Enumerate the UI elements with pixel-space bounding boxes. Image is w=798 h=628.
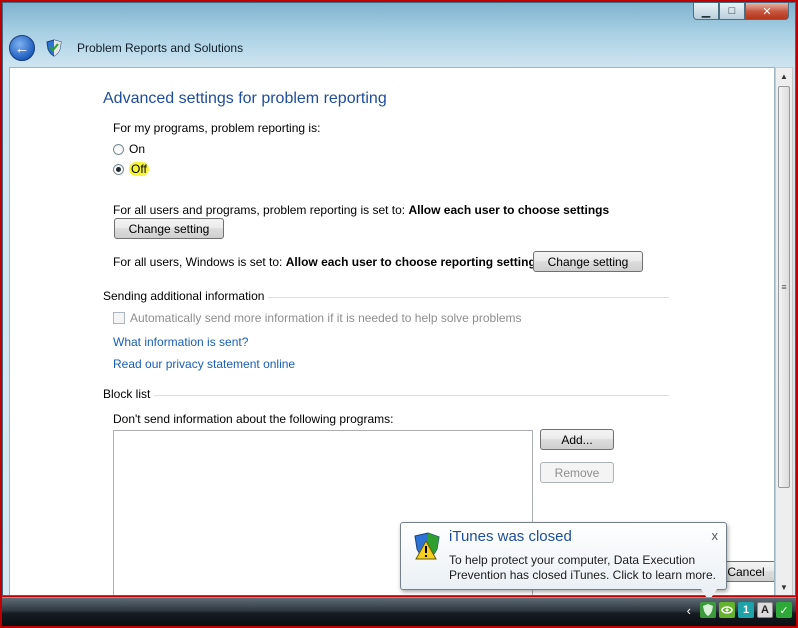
all-users-programs-value: Allow each user to choose settings (408, 203, 610, 217)
notification-close-icon[interactable]: x (712, 528, 719, 543)
remove-button[interactable]: Remove (540, 462, 614, 483)
auto-send-label: Automatically send more information if i… (130, 311, 522, 325)
tray-app-1-icon[interactable]: 1 (738, 602, 754, 618)
auto-send-checkbox[interactable] (113, 312, 125, 324)
radio-on[interactable] (113, 143, 124, 155)
nav-bar: ← Problem Reports and Solutions (9, 33, 789, 63)
shield-warning-icon (414, 532, 440, 560)
tray-app-a-icon[interactable]: A (757, 602, 773, 618)
system-tray: ‹ 1 A ✓ (687, 602, 792, 618)
change-setting-button-1[interactable]: Change setting (114, 218, 224, 239)
radio-off-label: Off (129, 162, 149, 176)
notification-body: To help protect your computer, Data Exec… (449, 553, 717, 582)
maximize-button[interactable]: □ (719, 3, 745, 20)
privacy-link[interactable]: Read our privacy statement online (113, 357, 295, 371)
block-divider (103, 395, 669, 396)
all-users-programs-row: For all users and programs, problem repo… (113, 203, 609, 217)
all-users-windows-value: Allow each user to choose reporting sett… (285, 255, 543, 269)
auto-send-row[interactable]: Automatically send more information if i… (113, 311, 522, 325)
back-arrow-icon: ← (14, 39, 30, 57)
sending-group-label: Sending additional information (103, 289, 269, 303)
minimize-button[interactable]: ▁ (693, 3, 719, 20)
notification-title: iTunes was closed (449, 528, 572, 545)
block-group-label: Block list (103, 387, 155, 401)
caption-buttons: ▁ □ ✕ (693, 3, 789, 20)
nav-title: Problem Reports and Solutions (77, 41, 244, 55)
shield-icon (46, 39, 62, 57)
change-setting-button-2[interactable]: Change setting (533, 251, 643, 272)
close-button[interactable]: ✕ (745, 3, 789, 20)
taskbar: ‹ 1 A ✓ (2, 597, 796, 626)
scroll-up-arrow-icon[interactable]: ▲ (776, 68, 792, 85)
back-button[interactable]: ← (9, 35, 35, 61)
scroll-down-arrow-icon[interactable]: ▼ (776, 579, 792, 595)
notification-balloon[interactable]: iTunes was closed To help protect your c… (400, 522, 727, 601)
radio-off-row[interactable]: Off (113, 162, 149, 176)
radio-on-label: On (129, 142, 146, 156)
vertical-scrollbar[interactable]: ▲ ≡ ▼ (775, 67, 793, 595)
tray-expand-icon[interactable]: ‹ (687, 603, 691, 618)
all-users-windows-text: For all users, Windows is set to: (113, 255, 283, 269)
tray-check-icon[interactable]: ✓ (776, 602, 792, 618)
add-button[interactable]: Add... (540, 429, 614, 450)
window: ▁ □ ✕ ← Problem Reports and Solutions Ad… (2, 2, 796, 596)
scroll-thumb[interactable]: ≡ (778, 86, 790, 488)
all-users-windows-row: For all users, Windows is set to: Allow … (113, 255, 542, 269)
content-pane: Advanced settings for problem reporting … (9, 67, 775, 595)
what-info-link[interactable]: What information is sent? (113, 335, 248, 349)
page-title: Advanced settings for problem reporting (103, 90, 387, 107)
block-list-label: Don't send information about the followi… (113, 412, 394, 426)
all-users-programs-text: For all users and programs, problem repo… (113, 203, 406, 217)
action-center-shield-icon[interactable] (700, 602, 716, 618)
nvidia-icon[interactable] (719, 602, 735, 618)
radio-off[interactable] (113, 163, 124, 175)
radio-on-row[interactable]: On (113, 142, 145, 156)
my-programs-label: For my programs, problem reporting is: (113, 121, 321, 135)
